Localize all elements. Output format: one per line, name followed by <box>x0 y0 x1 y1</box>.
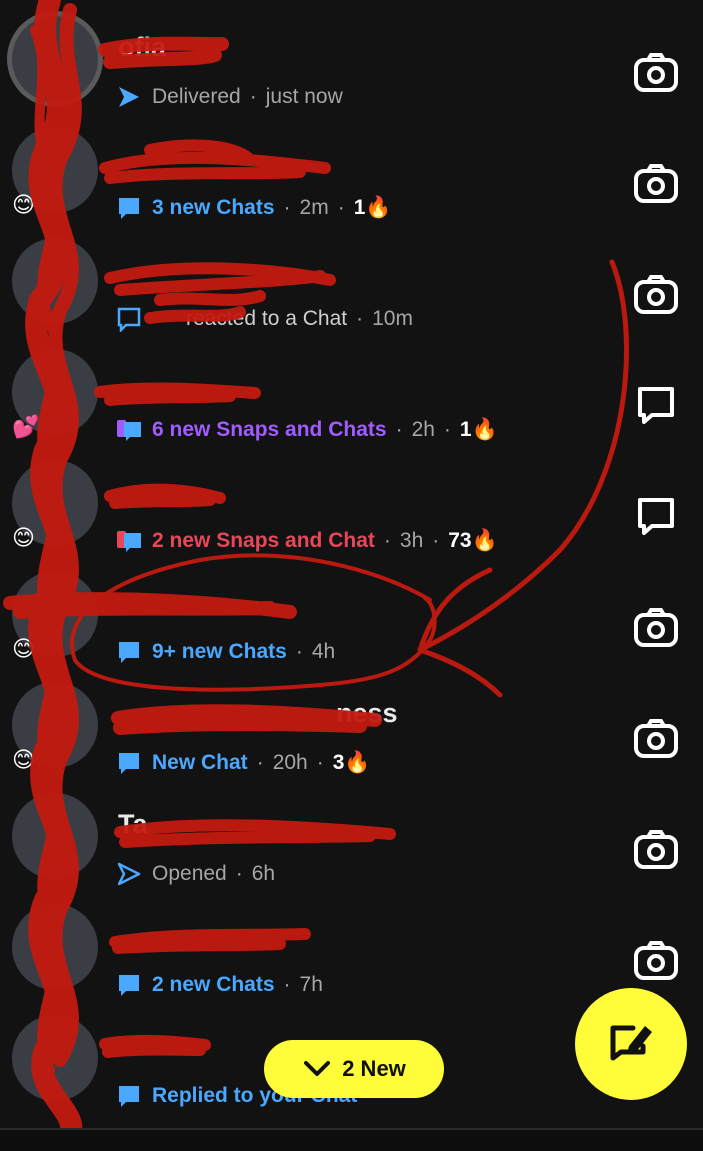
chat-bubble-icon <box>119 975 139 996</box>
chat-time: 10m <box>372 307 413 330</box>
chat-bubble-icon <box>119 1086 139 1107</box>
chat-bubble-icon <box>119 198 139 219</box>
avatar[interactable] <box>12 904 98 990</box>
avatar[interactable] <box>12 16 98 102</box>
chat-bubble-icon <box>119 753 139 774</box>
avatar[interactable] <box>12 1015 98 1101</box>
chat-row[interactable]: 💕 6 new Snaps and Chats · 2h · 1🔥 <box>0 333 703 443</box>
chat-time: 4h <box>311 640 336 663</box>
new-messages-pill[interactable]: 2 New <box>264 1040 444 1098</box>
camera-icon[interactable] <box>634 607 678 647</box>
chat-row[interactable]: reacted to a Chat · 10m <box>0 222 703 332</box>
status-label: 2 new Snaps and Chat <box>152 529 375 552</box>
chat-row[interactable]: Ta Opened · 6h <box>0 777 703 887</box>
chat-status: 6 new Snaps and Chats · 2h · 1🔥 <box>116 413 498 447</box>
streak-count: 73🔥 <box>448 529 498 552</box>
chat-time: 7h <box>299 973 323 996</box>
sent-arrow-icon <box>119 87 139 107</box>
chat-bubble-icon <box>119 642 139 663</box>
chat-outline-icon <box>117 307 141 332</box>
chat-bubble-outline-icon[interactable] <box>634 385 678 425</box>
snap-chat-icon <box>117 531 141 552</box>
friend-emoji: 💕 <box>12 414 40 439</box>
friend-emoji: 😊 <box>12 747 35 772</box>
chat-status: 2 new Snaps and Chat · 3h · 73🔥 <box>116 524 498 558</box>
camera-icon[interactable] <box>634 829 678 869</box>
chat-status: 9+ new Chats · 4h <box>116 635 335 669</box>
new-chat-button[interactable] <box>575 988 687 1100</box>
chat-name: ofia <box>118 32 167 62</box>
camera-icon[interactable] <box>634 940 678 980</box>
chat-row[interactable]: 😊 ness New Chat · 20h · 3🔥 <box>0 666 703 776</box>
chat-time: 2h <box>411 418 435 441</box>
friend-emoji: 😊 <box>12 525 35 550</box>
status-label: New Chat <box>152 751 248 774</box>
chat-time: 3h <box>399 529 424 552</box>
streak-count: 1🔥 <box>459 418 498 441</box>
friend-emoji: 😊 <box>12 192 35 217</box>
chat-name: ness <box>336 698 398 728</box>
chat-row[interactable]: ofia Delivered · just now <box>0 0 703 110</box>
status-label: 2 new Chats <box>152 973 275 996</box>
chat-status: reacted to a Chat · 10m <box>116 302 413 336</box>
new-chat-icon <box>610 1025 652 1061</box>
camera-icon[interactable] <box>634 52 678 92</box>
chat-status: Opened · 6h <box>116 857 275 891</box>
chat-status: 3 new Chats · 2m · 1🔥 <box>116 191 392 225</box>
camera-icon[interactable] <box>634 163 678 203</box>
status-label: 6 new Snaps and Chats <box>152 418 387 441</box>
friend-emoji: 😊 <box>12 636 35 661</box>
chat-status: New Chat · 20h · 3🔥 <box>116 746 371 780</box>
avatar[interactable] <box>12 238 98 324</box>
chat-name: Ta <box>118 809 148 839</box>
chat-bubble-outline-icon[interactable] <box>634 496 678 536</box>
snap-chat-icon <box>117 420 141 441</box>
status-label: Delivered <box>152 85 241 108</box>
avatar[interactable] <box>12 793 98 879</box>
chat-row[interactable]: 2 new Chats · 7h <box>0 888 703 998</box>
status-label: 3 new Chats <box>152 196 275 219</box>
bottom-bar <box>0 1128 703 1151</box>
chat-row[interactable]: 😊 9+ new Chats · 4h <box>0 555 703 665</box>
chat-row[interactable]: 😊 3 new Chats · 2m · 1🔥 <box>0 111 703 221</box>
status-label: reacted to a Chat <box>186 307 348 330</box>
status-label: 9+ new Chats <box>152 640 287 663</box>
chat-time: 20h <box>272 751 308 774</box>
camera-icon[interactable] <box>634 274 678 314</box>
streak-count: 3🔥 <box>332 751 371 774</box>
chat-status: 2 new Chats · 7h <box>116 968 323 1002</box>
new-pill-label: 2 New <box>342 1056 406 1081</box>
camera-icon[interactable] <box>634 718 678 758</box>
chat-time: 6h <box>251 862 276 885</box>
chat-row[interactable]: 😊 2 new Snaps and Chat · 3h · 73🔥 <box>0 444 703 554</box>
chat-time: 2m <box>299 196 329 219</box>
chat-status: Delivered · just now <box>116 80 343 114</box>
chevron-down-icon <box>304 1061 331 1076</box>
streak-count: 1🔥 <box>353 196 392 219</box>
chat-time: just now <box>265 85 343 108</box>
status-label: Opened <box>152 862 227 885</box>
opened-arrow-icon <box>117 862 141 886</box>
